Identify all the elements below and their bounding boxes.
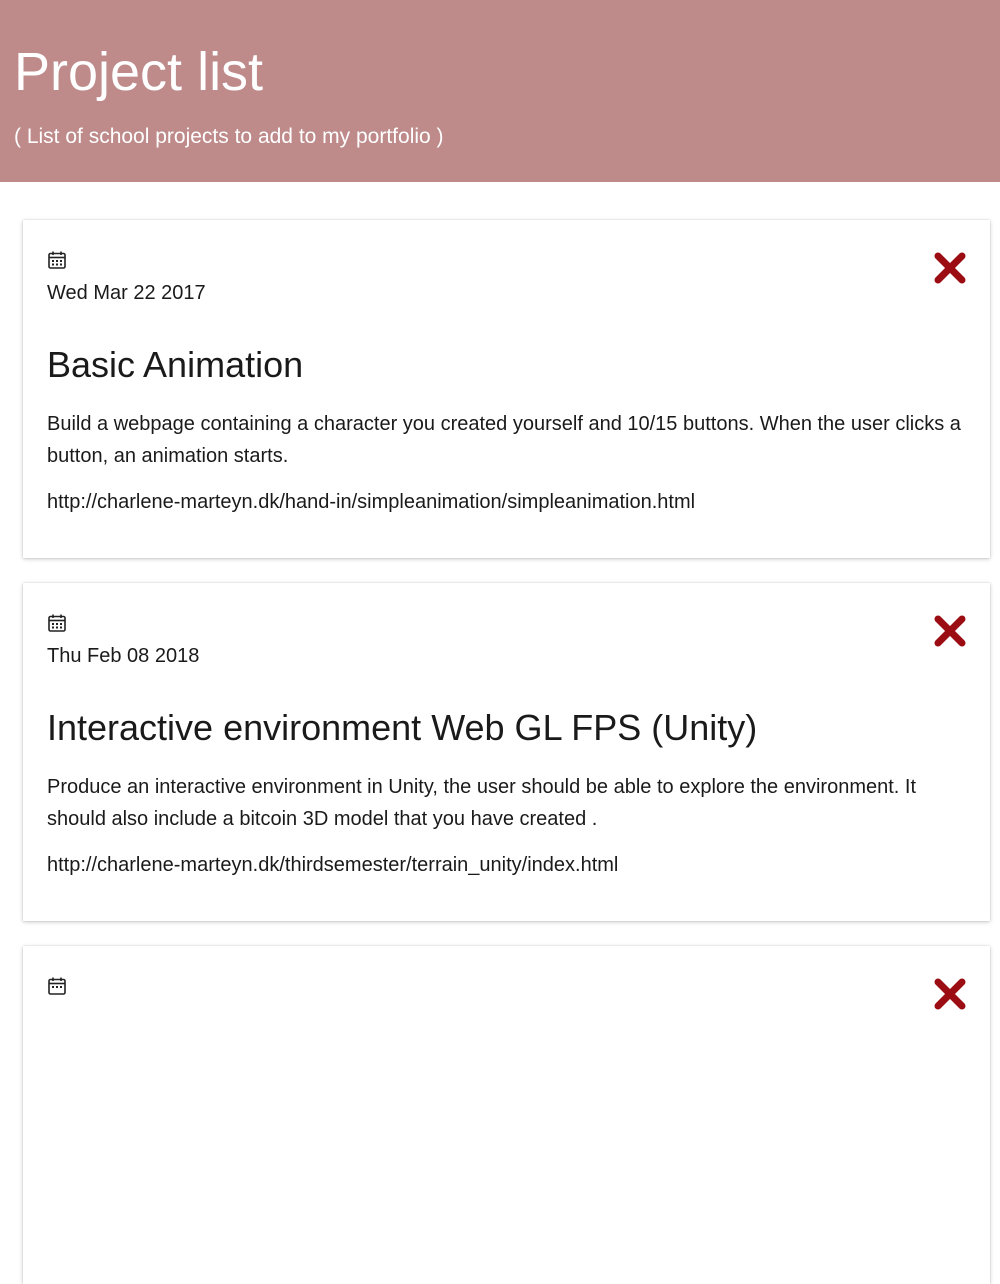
project-title: Basic Animation (47, 344, 304, 385)
page-header: Project list ( List of school projects t… (0, 0, 1000, 182)
project-title: Interactive environment Web GL FPS (Unit… (47, 707, 758, 748)
project-card (23, 946, 990, 1284)
calendar-icon (48, 614, 66, 632)
delete-project-button[interactable] (932, 613, 968, 649)
project-description: Produce an interactive environment in Un… (47, 776, 917, 830)
project-date: Wed Mar 22 2017 (47, 282, 206, 304)
calendar-icon (48, 977, 66, 995)
page-title: Project list (14, 42, 264, 102)
project-date: Thu Feb 08 2018 (47, 645, 200, 667)
project-card: Thu Feb 08 2018 Interactive environment … (23, 583, 990, 921)
project-description: Build a webpage containing a character y… (47, 413, 961, 467)
delete-project-button[interactable] (932, 250, 968, 286)
close-icon (934, 978, 966, 1010)
project-link[interactable]: http://charlene-marteyn.dk/hand-in/simpl… (47, 488, 695, 516)
close-icon (934, 252, 966, 284)
close-icon (934, 615, 966, 647)
project-card: Wed Mar 22 2017 Basic Animation Build a … (23, 220, 990, 558)
calendar-icon (48, 251, 66, 269)
project-link[interactable]: http://charlene-marteyn.dk/thirdsemester… (47, 851, 618, 879)
page-subtitle: ( List of school projects to add to my p… (14, 125, 444, 148)
delete-project-button[interactable] (932, 976, 968, 1012)
